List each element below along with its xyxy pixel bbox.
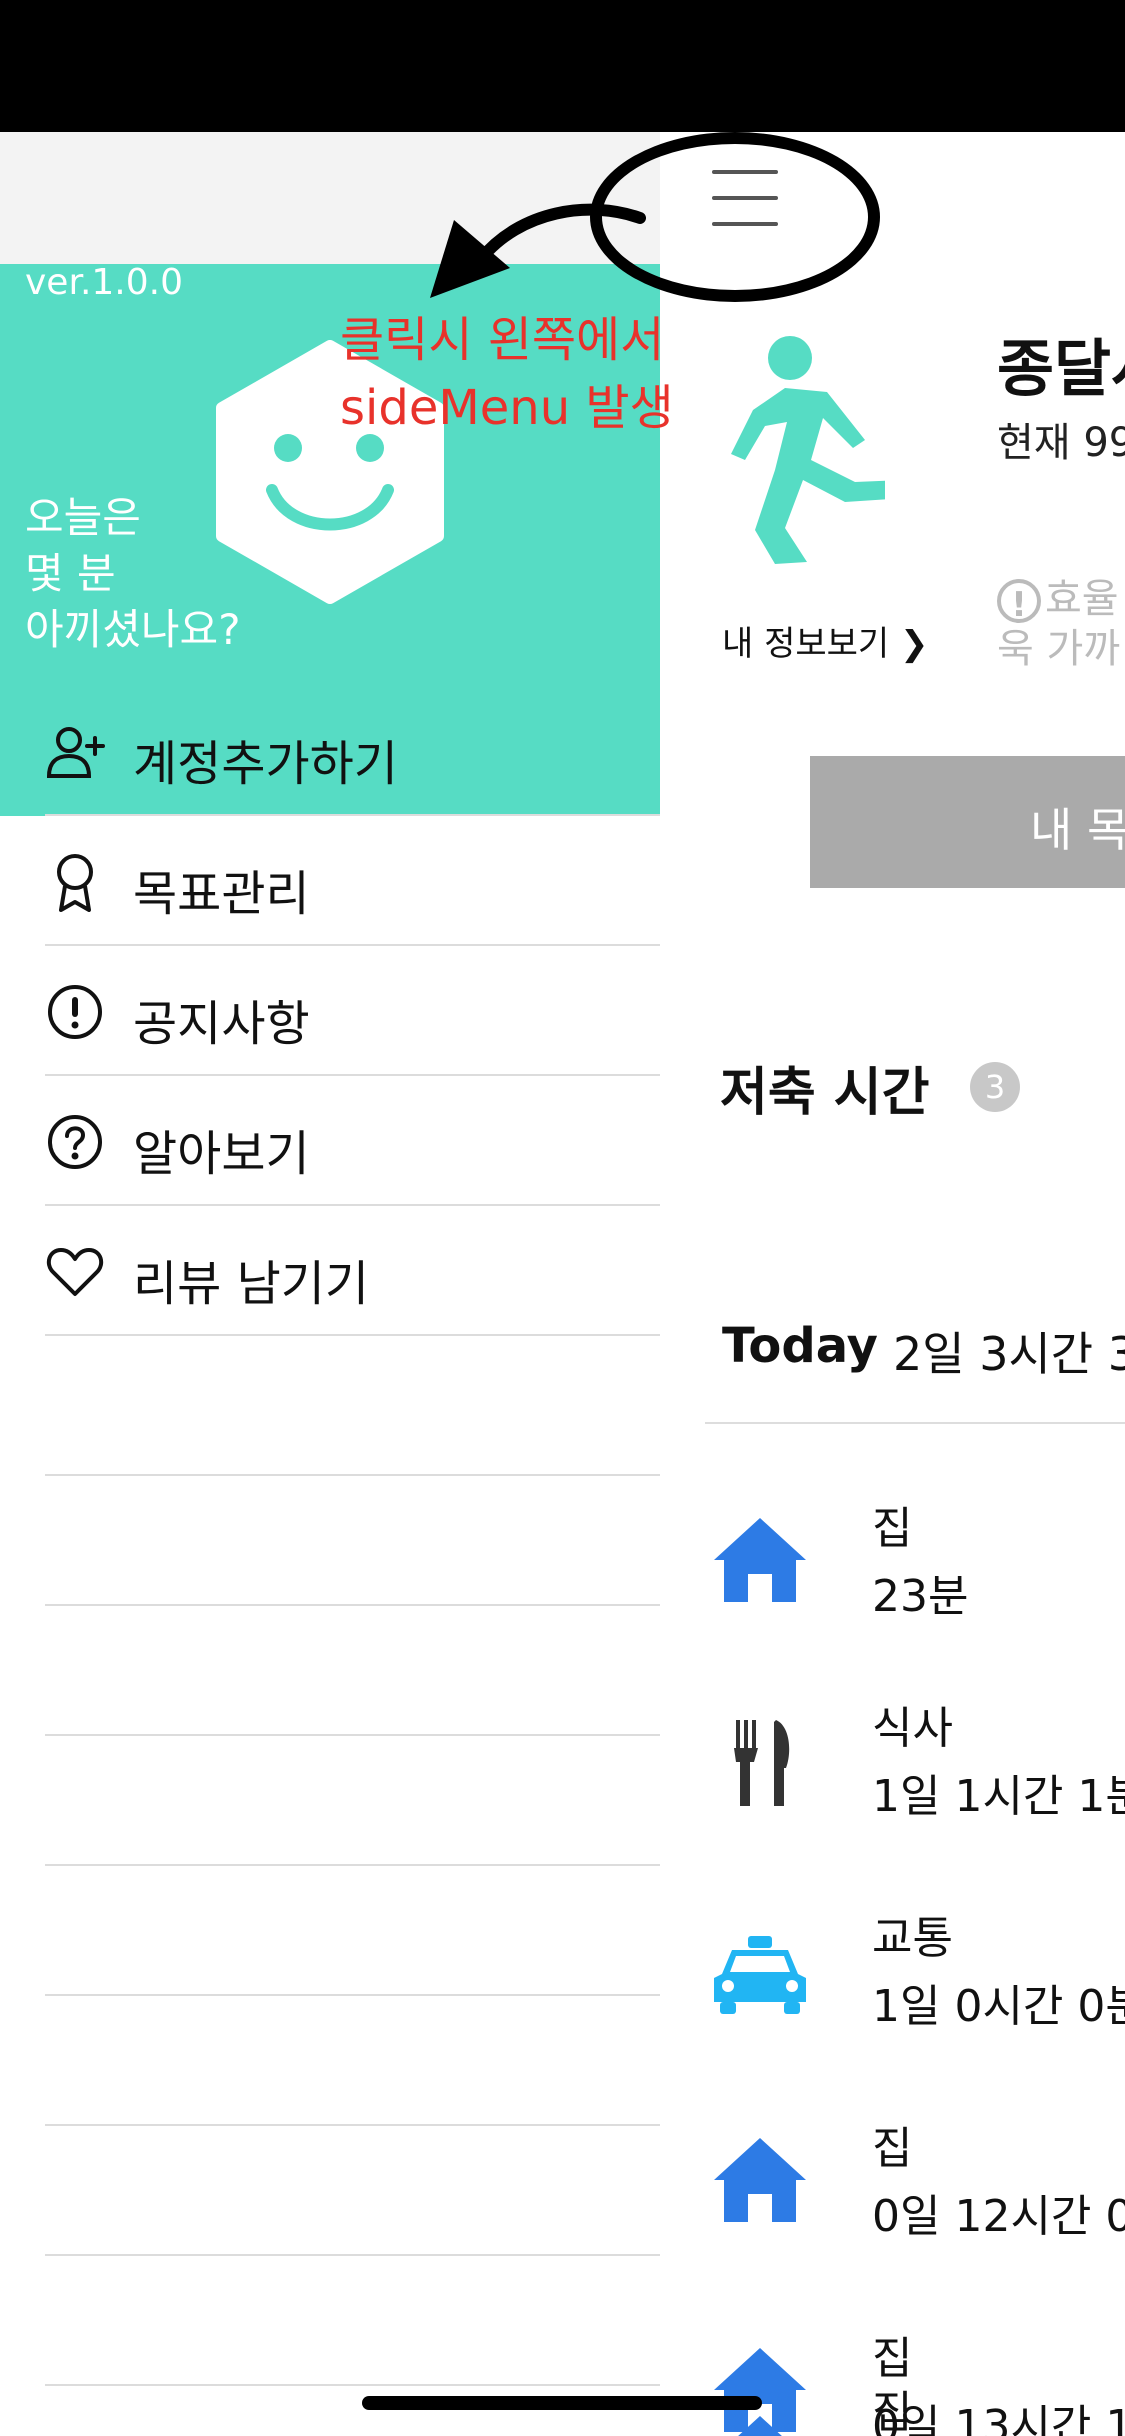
person-add-icon [46, 727, 105, 778]
menu-item-label: 목표관리 [133, 866, 310, 922]
menu-item-label: 알아보기 [133, 1126, 310, 1182]
menu-item-label: 공지사항 [133, 996, 310, 1052]
entry-name: 집 [872, 1503, 913, 1554]
savings-entry[interactable]: 집 23분 [660, 1492, 1125, 1692]
banner-tagline: 오늘은 몇 분 아끼셨나요? [25, 493, 241, 654]
menu-item-goal-management[interactable]: 목표관리 [45, 816, 660, 946]
app-version: ver.1.0.0 [25, 262, 183, 303]
divider [45, 1734, 660, 1736]
goal-button[interactable]: 내 목 [810, 756, 1125, 888]
entry-name: 식사 [872, 1703, 953, 1754]
menu-item-notice[interactable]: 공지사항 [45, 946, 660, 1076]
today-value: 2일 3시간 3 [893, 1327, 1125, 1381]
status-bar [0, 0, 1125, 132]
annotation-arrow-icon [430, 203, 646, 298]
taxi-icon [714, 1936, 806, 2014]
divider [45, 1864, 660, 1866]
savings-entry[interactable]: 집 0일 12시간 0 [660, 2112, 1125, 2312]
divider [45, 2384, 660, 2386]
menu-item-label: 계정추가하기 [133, 736, 398, 792]
entry-name: 교통 [872, 1913, 953, 1964]
entry-time: 1일 1시간 1분 [872, 1771, 1125, 1822]
menu-item-add-account[interactable]: 계정추가하기 [45, 686, 660, 816]
fork-knife-icon [734, 1720, 790, 1806]
menu-item-leave-review[interactable]: 리뷰 남기기 [45, 1206, 660, 1336]
divider [45, 1474, 660, 1476]
home-icon [714, 2138, 806, 2222]
savings-count-badge: 3 [970, 1062, 1020, 1112]
divider [45, 2254, 660, 2256]
annotation-text: 클릭시 왼쪽에서 sideMenu 발생 [340, 312, 674, 436]
profile-title: 종달사 [997, 332, 1125, 405]
today-label: Today [722, 1318, 878, 1374]
menu-item-label: 리뷰 남기기 [133, 1256, 370, 1312]
home-indicator [362, 2396, 762, 2410]
savings-entry[interactable]: 식사 1일 1시간 1분 [660, 1692, 1125, 1892]
my-info-link[interactable]: 내 정보보기 ❯ [722, 616, 929, 665]
exclamation-circle-icon [48, 985, 102, 1039]
goal-button-label: 내 목 [1030, 803, 1125, 857]
question-circle-icon [48, 1115, 102, 1169]
heart-icon [46, 1248, 104, 1296]
entry-name: 집 [872, 2123, 913, 2174]
profile-subtitle: 현재 99 [997, 420, 1125, 466]
entry-name: 집 [872, 2387, 913, 2436]
main-screen: 종달사 현재 99 내 정보보기 ❯ !효율 욱 가까 내 목 저축 시간 3 … [660, 132, 1125, 2436]
home-icon [714, 1518, 806, 1602]
home-icon [738, 2416, 782, 2436]
divider [45, 1994, 660, 1996]
efficiency-hint: ! 효율 욱 가까 [997, 576, 1121, 672]
award-ribbon-icon [57, 854, 93, 912]
running-person-icon [731, 336, 885, 564]
exclamation-circle-icon: ! [997, 579, 1041, 625]
divider [45, 1604, 660, 1606]
savings-title: 저축 시간 [720, 1063, 930, 1123]
divider [705, 1422, 1125, 1424]
entry-time: 23분 [872, 1571, 969, 1622]
entry-time: 0일 12시간 0 [872, 2191, 1125, 2242]
divider [45, 2124, 660, 2126]
entry-time: 1일 0시간 0분 [872, 1981, 1125, 2032]
menu-item-learn-more[interactable]: 알아보기 [45, 1076, 660, 1206]
savings-entry[interactable]: 교통 1일 0시간 0분 [660, 1902, 1125, 2102]
